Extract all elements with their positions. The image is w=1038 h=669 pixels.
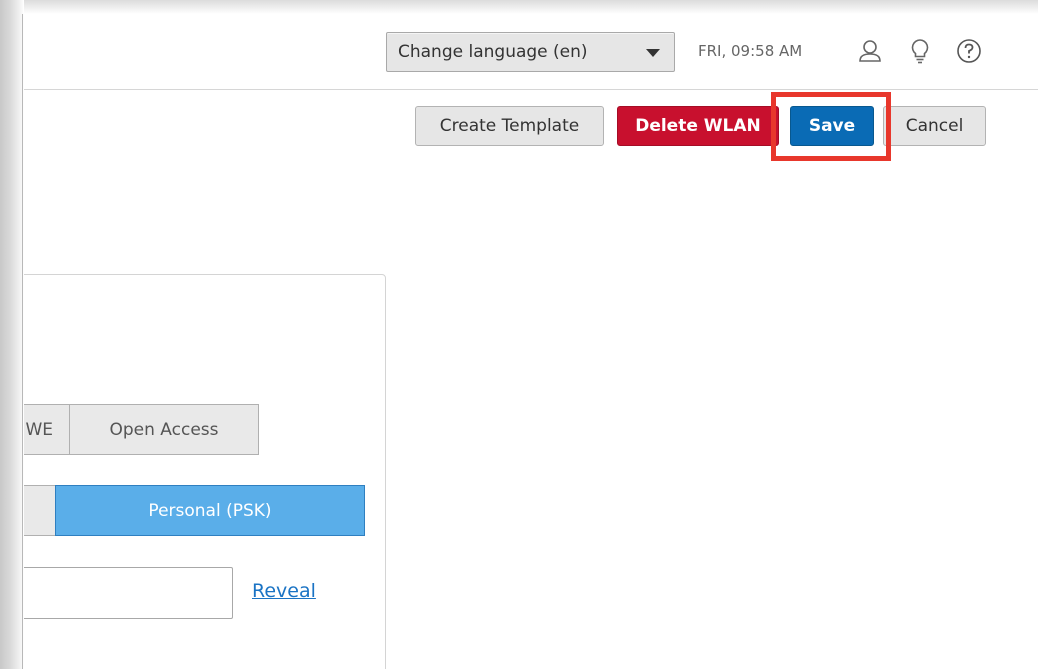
save-highlight-box [771, 92, 891, 161]
delete-wlan-button[interactable]: Delete WLAN [617, 106, 779, 146]
top-header-bar: Change language (en) FRI, 09:58 AM [23, 14, 1038, 90]
chevron-down-icon [646, 49, 660, 57]
top-edge-shadow [0, 0, 1038, 14]
delete-wlan-label: Delete WLAN [635, 116, 761, 136]
create-template-label: Create Template [439, 116, 580, 136]
reveal-link[interactable]: Reveal [252, 580, 316, 602]
clock-readout: FRI, 09:58 AM [698, 42, 803, 60]
security-type-label: Open Access [109, 419, 219, 440]
left-edge-divider [22, 14, 23, 669]
cancel-button[interactable]: Cancel [883, 106, 986, 146]
security-mode-label: Personal (PSK) [148, 500, 272, 521]
security-type-option-open-access[interactable]: Open Access [69, 404, 259, 455]
cancel-label: Cancel [905, 116, 964, 136]
left-edge-shadow [0, 0, 24, 669]
passphrase-input[interactable] [10, 567, 233, 619]
user-icon[interactable] [855, 36, 885, 66]
security-type-label: WE [25, 419, 53, 440]
help-icon[interactable] [954, 36, 984, 66]
language-select-label: Change language (en) [398, 42, 588, 62]
lightbulb-icon[interactable] [905, 36, 935, 66]
language-select[interactable]: Change language (en) [386, 32, 675, 72]
security-mode-option-personal-psk[interactable]: Personal (PSK) [55, 485, 365, 536]
app-window: Change language (en) FRI, 09:58 AM Creat… [0, 0, 1038, 669]
create-template-button[interactable]: Create Template [415, 106, 604, 146]
